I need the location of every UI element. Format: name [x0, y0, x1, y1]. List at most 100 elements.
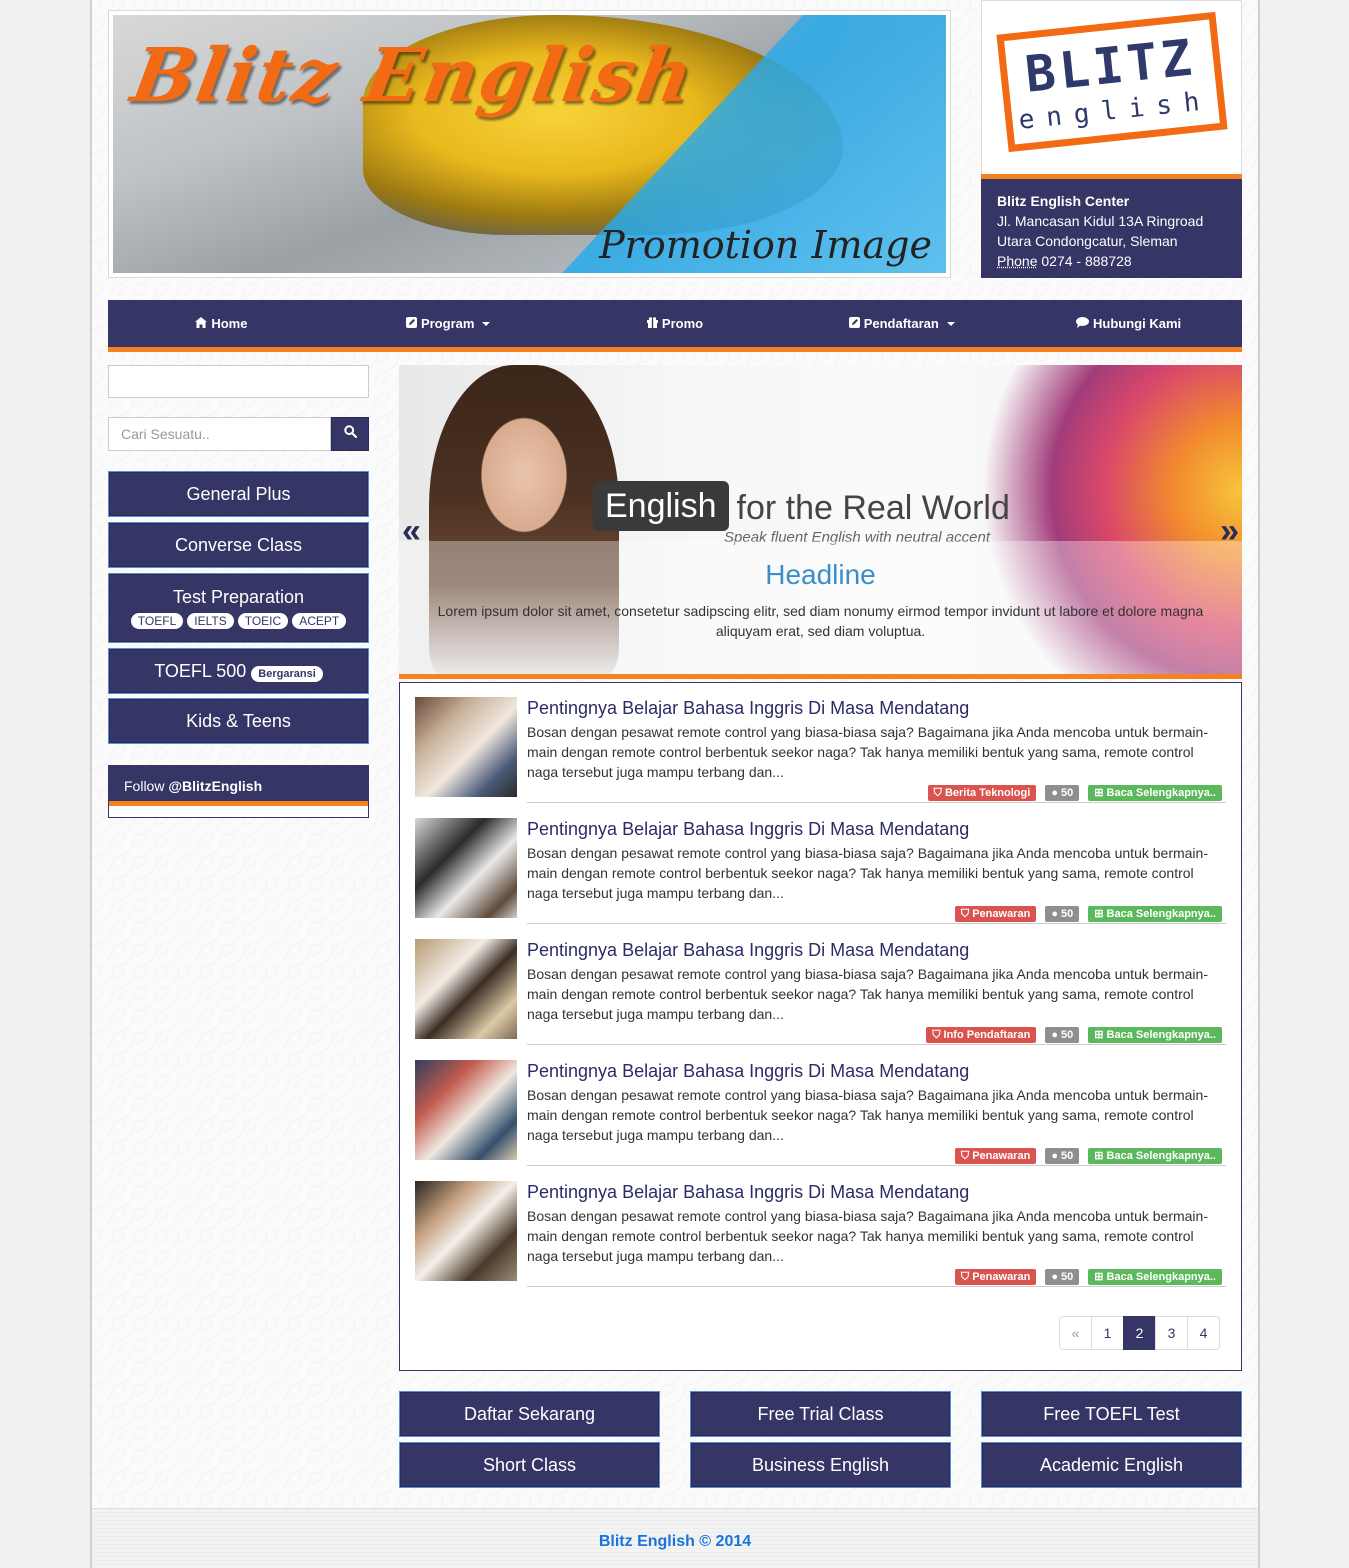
daftar-sekarang-button[interactable]: Daftar Sekarang — [399, 1391, 660, 1437]
contact-phone-row: Phone 0274 - 888728 — [997, 251, 1227, 271]
logo-stamp: BLITZ english — [996, 11, 1228, 153]
kids-teens-button[interactable]: Kids & Teens — [108, 698, 369, 744]
business-english-button[interactable]: Business English — [690, 1442, 951, 1488]
comment-count: 50 — [1061, 1029, 1074, 1041]
comment-count: 50 — [1061, 787, 1074, 799]
article-item: Pentingnya Belajar Bahasa Inggris Di Mas… — [415, 697, 1226, 803]
follow-header[interactable]: Follow @BlitzEnglish — [109, 766, 368, 806]
nav-home[interactable]: Home — [108, 300, 335, 347]
short-class-button[interactable]: Short Class — [399, 1442, 660, 1488]
article-item: Pentingnya Belajar Bahasa Inggris Di Mas… — [415, 1181, 1226, 1287]
category-label: Penawaran — [972, 908, 1031, 920]
follow-prefix: Follow — [124, 778, 165, 794]
comment-count-badge: ● 50 — [1045, 1027, 1080, 1043]
article-title[interactable]: Pentingnya Belajar Bahasa Inggris Di Mas… — [527, 1060, 969, 1082]
category-label: Berita Teknologi — [944, 787, 1031, 799]
article-excerpt: Bosan dengan pesawat remote control yang… — [527, 1087, 1208, 1143]
nav-hubungi-kami[interactable]: Hubungi Kami — [1015, 300, 1242, 347]
article-excerpt: Bosan dengan pesawat remote control yang… — [527, 966, 1208, 1022]
contact-phone-label: Phone — [997, 253, 1038, 269]
slide-logo-light: for the Real World — [736, 489, 1010, 527]
banner-title: Blitz English — [125, 33, 701, 119]
promotion-banner[interactable]: Blitz English Promotion Image — [108, 10, 951, 278]
category-badge[interactable]: ⛉ Penawaran — [954, 1269, 1037, 1285]
nav-pendaftaran[interactable]: Pendaftaran — [788, 300, 1015, 347]
nav-promo[interactable]: Promo — [562, 300, 789, 347]
article-thumbnail[interactable] — [415, 697, 517, 797]
toefl-500-label: TOEFL 500 — [154, 661, 247, 681]
pagination-page-3[interactable]: 3 — [1155, 1316, 1188, 1350]
pagination-page-2[interactable]: 2 — [1123, 1316, 1156, 1350]
banner-image: Blitz English Promotion Image — [113, 15, 946, 273]
article-thumbnail[interactable] — [415, 939, 517, 1039]
pagination-page-4[interactable]: 4 — [1187, 1316, 1220, 1350]
read-more-button[interactable]: ⊞ Baca Selengkapnya.. — [1088, 1269, 1222, 1285]
article-excerpt: Bosan dengan pesawat remote control yang… — [527, 845, 1208, 901]
category-badge[interactable]: ⛉ Info Pendaftaran — [926, 1027, 1037, 1043]
general-plus-button[interactable]: General Plus — [108, 471, 369, 517]
slider-next-icon[interactable]: » — [1220, 513, 1239, 549]
article-title[interactable]: Pentingnya Belajar Bahasa Inggris Di Mas… — [527, 697, 969, 719]
sidebar-empty-widget — [108, 365, 369, 398]
gift-icon — [646, 316, 658, 331]
chevron-down-icon — [482, 321, 491, 326]
comment-icon: ● — [1051, 1029, 1062, 1041]
read-more-button[interactable]: ⊞ Baca Selengkapnya.. — [1088, 1148, 1222, 1164]
article-title[interactable]: Pentingnya Belajar Bahasa Inggris Di Mas… — [527, 939, 969, 961]
slide-logo: English for the Real World — [593, 481, 1010, 531]
category-label: Penawaran — [972, 1150, 1031, 1162]
free-trial-class-button[interactable]: Free Trial Class — [690, 1391, 951, 1437]
comment-count: 50 — [1061, 1271, 1074, 1283]
main-navbar: Home Program Promo Pendaftaran Hubungi K… — [108, 300, 1242, 352]
read-more-button[interactable]: ⊞ Baca Selengkapnya.. — [1088, 785, 1222, 801]
read-more-button[interactable]: ⊞ Baca Selengkapnya.. — [1088, 906, 1222, 922]
academic-english-button[interactable]: Academic English — [981, 1442, 1242, 1488]
category-label: Penawaran — [972, 1271, 1031, 1283]
tag-icon: ⛉ — [960, 1271, 973, 1283]
slide-headline: Headline — [765, 559, 876, 590]
tag-acept[interactable]: ACEPT — [292, 613, 347, 629]
test-tags: TOEFL IELTS TOEIC ACEPT — [109, 613, 368, 629]
tag-toefl[interactable]: TOEFL — [130, 613, 184, 629]
article-thumbnail[interactable] — [415, 818, 517, 918]
site-logo[interactable]: BLITZ english — [981, 0, 1242, 176]
slider-prev-icon[interactable]: « — [402, 513, 421, 549]
article-thumbnail[interactable] — [415, 1181, 517, 1281]
pagination: « 1 2 3 4 — [1059, 1316, 1220, 1350]
article-meta: ⛉ Penawaran ● 50 ⊞ Baca Selengkapnya.. — [527, 906, 1226, 924]
read-more-button[interactable]: ⊞ Baca Selengkapnya.. — [1088, 1027, 1222, 1043]
footer-copyright[interactable]: Blitz English © 2014 — [599, 1533, 751, 1551]
article-item: Pentingnya Belajar Bahasa Inggris Di Mas… — [415, 1060, 1226, 1166]
nav-pendaftaran-label: Pendaftaran — [863, 316, 939, 331]
category-badge[interactable]: ⛉ Penawaran — [954, 1148, 1037, 1164]
tag-icon: ⛉ — [932, 1029, 944, 1041]
article-thumbnail[interactable] — [415, 1060, 517, 1160]
nav-home-label: Home — [211, 316, 248, 331]
tag-ielts[interactable]: IELTS — [187, 613, 234, 629]
nav-program[interactable]: Program — [335, 300, 562, 347]
search-button[interactable] — [331, 417, 369, 451]
category-badge[interactable]: ⛉ Penawaran — [954, 906, 1037, 922]
search-icon — [343, 425, 357, 443]
article-title[interactable]: Pentingnya Belajar Bahasa Inggris Di Mas… — [527, 818, 969, 840]
comment-icon: ● — [1051, 908, 1062, 920]
pagination-prev[interactable]: « — [1059, 1316, 1092, 1350]
article-meta: ⛉ Penawaran ● 50 ⊞ Baca Selengkapnya.. — [527, 1148, 1226, 1166]
slide-caption: Headline Lorem ipsum dolor sit amet, con… — [399, 541, 1242, 674]
comment-icon — [1076, 316, 1090, 331]
tag-toeic[interactable]: TOEIC — [237, 613, 289, 629]
hero-slider: English for the Real World Speak fluent … — [399, 365, 1242, 679]
category-badge[interactable]: ⛉ Berita Teknologi — [927, 785, 1037, 801]
test-preparation-button[interactable]: Test Preparation TOEFL IELTS TOEIC ACEPT — [108, 573, 369, 643]
search-input[interactable] — [108, 417, 331, 451]
pagination-page-1[interactable]: 1 — [1091, 1316, 1124, 1350]
article-item: Pentingnya Belajar Bahasa Inggris Di Mas… — [415, 818, 1226, 924]
contact-address-line-1: Jl. Mancasan Kidul 13A Ringroad — [997, 213, 1204, 229]
free-toefl-test-button[interactable]: Free TOEFL Test — [981, 1391, 1242, 1437]
article-item: Pentingnya Belajar Bahasa Inggris Di Mas… — [415, 939, 1226, 1045]
converse-class-button[interactable]: Converse Class — [108, 522, 369, 568]
comment-count-badge: ● 50 — [1045, 785, 1080, 801]
article-title[interactable]: Pentingnya Belajar Bahasa Inggris Di Mas… — [527, 1181, 969, 1203]
toefl-500-button[interactable]: TOEFL 500 Bergaransi — [108, 648, 369, 694]
slide-text: Lorem ipsum dolor sit amet, consetetur s… — [437, 603, 1204, 639]
